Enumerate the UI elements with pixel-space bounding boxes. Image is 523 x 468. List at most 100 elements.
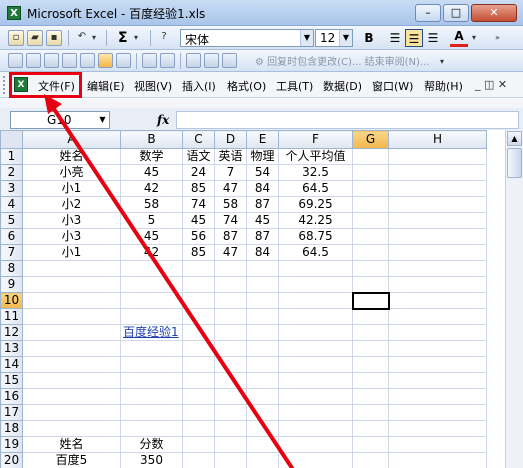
cell-c8[interactable] xyxy=(182,260,215,277)
cell-e15[interactable] xyxy=(246,372,279,389)
cell-f16[interactable] xyxy=(278,388,353,405)
cell-h17[interactable] xyxy=(388,404,487,421)
cell-c10[interactable] xyxy=(182,292,215,309)
cell-d14[interactable] xyxy=(214,356,247,373)
cell-c13[interactable] xyxy=(182,340,215,357)
menu-grip[interactable] xyxy=(3,76,6,94)
cell-b2[interactable]: 45 xyxy=(120,164,183,181)
formula-input[interactable] xyxy=(176,111,519,129)
menu-tools[interactable]: 工具(T) xyxy=(276,78,313,94)
cell-d1[interactable]: 英语 xyxy=(214,148,247,165)
cell-h1[interactable] xyxy=(388,148,487,165)
cell-a17[interactable] xyxy=(22,404,121,421)
cell-e1[interactable]: 物理 xyxy=(246,148,279,165)
cell-g8[interactable] xyxy=(352,260,389,277)
cell-g2[interactable] xyxy=(352,164,389,181)
cell-h19[interactable] xyxy=(388,436,487,453)
cell-e12[interactable] xyxy=(246,324,279,341)
cell-g6[interactable] xyxy=(352,228,389,245)
menu-edit[interactable]: 编辑(E) xyxy=(87,78,125,94)
autosum-icon[interactable]: Σ xyxy=(118,30,128,46)
cell-f6[interactable]: 68.75 xyxy=(278,228,353,245)
cell-h15[interactable] xyxy=(388,372,487,389)
cell-c1[interactable]: 语文 xyxy=(182,148,215,165)
show-comments-icon[interactable] xyxy=(186,53,201,68)
menu-help[interactable]: 帮助(H) xyxy=(424,78,463,94)
cell-a12[interactable] xyxy=(22,324,121,341)
cell-f10[interactable] xyxy=(278,292,353,309)
cell-c3[interactable]: 85 xyxy=(182,180,215,197)
cell-e7[interactable]: 84 xyxy=(246,244,279,261)
cell-f17[interactable] xyxy=(278,404,353,421)
cell-a11[interactable] xyxy=(22,308,121,325)
row-header-4[interactable]: 4 xyxy=(0,196,23,213)
cell-f2[interactable]: 32.5 xyxy=(278,164,353,181)
reply-changes-text[interactable]: ⚙ 回复时包含更改(C)... 结束审阅(N)... xyxy=(255,53,429,68)
open-folder-icon[interactable]: ▰ xyxy=(27,30,43,46)
row-header-16[interactable]: 16 xyxy=(0,388,23,405)
cell-h7[interactable] xyxy=(388,244,487,261)
workbook-window-controls[interactable]: _ ◫ ✕ xyxy=(475,78,507,91)
cell-d6[interactable]: 87 xyxy=(214,228,247,245)
cell-d16[interactable] xyxy=(214,388,247,405)
bold-button[interactable]: B xyxy=(360,29,378,47)
cell-h3[interactable] xyxy=(388,180,487,197)
cell-a15[interactable] xyxy=(22,372,121,389)
cell-d4[interactable]: 58 xyxy=(214,196,247,213)
column-header-e[interactable]: E xyxy=(246,130,279,149)
row-header-14[interactable]: 14 xyxy=(0,356,23,373)
cell-f5[interactable]: 42.25 xyxy=(278,212,353,229)
cell-c14[interactable] xyxy=(182,356,215,373)
row-header-18[interactable]: 18 xyxy=(0,420,23,437)
cell-a16[interactable] xyxy=(22,388,121,405)
cell-b5[interactable]: 5 xyxy=(120,212,183,229)
copy-icon[interactable] xyxy=(44,53,59,68)
column-header-f[interactable]: F xyxy=(278,130,353,149)
cell-c2[interactable]: 24 xyxy=(182,164,215,181)
cell-g18[interactable] xyxy=(352,420,389,437)
cell-f7[interactable]: 64.5 xyxy=(278,244,353,261)
cell-g11[interactable] xyxy=(352,308,389,325)
cell-c12[interactable] xyxy=(182,324,215,341)
cell-d17[interactable] xyxy=(214,404,247,421)
cell-d5[interactable]: 74 xyxy=(214,212,247,229)
row-header-7[interactable]: 7 xyxy=(0,244,23,261)
cell-c20[interactable] xyxy=(182,452,215,468)
cell-e5[interactable]: 45 xyxy=(246,212,279,229)
cell-g19[interactable] xyxy=(352,436,389,453)
align-right-icon[interactable]: ☰ xyxy=(424,29,442,47)
cell-f4[interactable]: 69.25 xyxy=(278,196,353,213)
cell-f15[interactable] xyxy=(278,372,353,389)
cell-f20[interactable] xyxy=(278,452,353,468)
comment-icon[interactable] xyxy=(142,53,157,68)
cell-h6[interactable] xyxy=(388,228,487,245)
autosum-dropdown-icon[interactable]: ▾ xyxy=(134,30,138,46)
cell-h9[interactable] xyxy=(388,276,487,293)
row-header-2[interactable]: 2 xyxy=(0,164,23,181)
ink-icon[interactable] xyxy=(204,53,219,68)
row-header-6[interactable]: 6 xyxy=(0,228,23,245)
cell-d11[interactable] xyxy=(214,308,247,325)
cell-h20[interactable] xyxy=(388,452,487,468)
cell-b13[interactable] xyxy=(120,340,183,357)
cell-f11[interactable] xyxy=(278,308,353,325)
cell-e4[interactable]: 87 xyxy=(246,196,279,213)
cell-b4[interactable]: 58 xyxy=(120,196,183,213)
align-center-icon[interactable]: ☰ xyxy=(405,29,423,47)
highlight-icon[interactable] xyxy=(98,53,113,68)
column-header-d[interactable]: D xyxy=(214,130,247,149)
cell-c4[interactable]: 74 xyxy=(182,196,215,213)
maximize-button[interactable]: □ xyxy=(443,4,469,22)
cell-a2[interactable]: 小亮 xyxy=(22,164,121,181)
chevron-down-icon[interactable]: ▼ xyxy=(339,30,352,46)
cell-e13[interactable] xyxy=(246,340,279,357)
row-header-1[interactable]: 1 xyxy=(0,148,23,165)
row-header-5[interactable]: 5 xyxy=(0,212,23,229)
cell-c19[interactable] xyxy=(182,436,215,453)
cell-g15[interactable] xyxy=(352,372,389,389)
cell-b18[interactable] xyxy=(120,420,183,437)
track-icon[interactable] xyxy=(116,53,131,68)
font-name-select[interactable]: 宋体 ▼ xyxy=(180,29,314,47)
font-color-dropdown-icon[interactable]: ▾ xyxy=(472,30,476,46)
cell-e2[interactable]: 54 xyxy=(246,164,279,181)
